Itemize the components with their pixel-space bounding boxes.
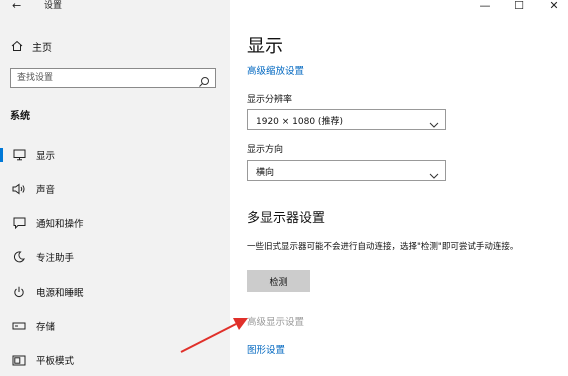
sidebar-item-label: 平板模式	[36, 356, 75, 367]
home-icon	[10, 39, 24, 53]
detect-button[interactable]: 检测	[247, 270, 310, 292]
orientation-dropdown[interactable]: 横向	[247, 160, 446, 181]
home-label: 主页	[32, 42, 52, 54]
power-icon	[12, 285, 26, 299]
advanced-display-settings-link[interactable]: 高级显示设置	[247, 314, 304, 328]
orientation-label: 显示方向	[247, 145, 284, 155]
maximize-button[interactable]: ☐	[510, 0, 528, 12]
resolution-value: 1920 × 1080 (推荐)	[256, 117, 343, 127]
close-button[interactable]: ✕	[545, 0, 563, 12]
storage-icon	[12, 319, 26, 333]
orientation-value: 横向	[256, 168, 275, 178]
multi-display-heading: 多显示器设置	[247, 211, 326, 226]
search-icon	[198, 73, 210, 87]
notification-icon	[12, 216, 26, 230]
monitor-icon	[12, 148, 26, 162]
sidebar-item-label: 专注助手	[36, 253, 75, 264]
speaker-icon	[12, 182, 26, 196]
section-heading-system: 系统	[10, 111, 30, 122]
sidebar-item-home[interactable]: 主页	[10, 38, 52, 54]
sidebar-item-label: 存储	[36, 322, 56, 333]
graphics-settings-link[interactable]: 图形设置	[247, 342, 285, 356]
resolution-dropdown[interactable]: 1920 × 1080 (推荐)	[247, 109, 446, 130]
multi-display-description: 一些旧式显示器可能不会进行自动连接，选择"检测"即可尝试手动连接。	[247, 242, 519, 252]
sidebar-item-focus-assist[interactable]: 专注助手	[0, 245, 230, 269]
sidebar-item-tablet-mode[interactable]: 平板模式	[0, 348, 230, 372]
sidebar-item-sound[interactable]: 声音	[0, 177, 230, 201]
sidebar-item-label: 通知和操作	[36, 219, 84, 230]
sidebar-item-storage[interactable]: 存储	[0, 314, 230, 338]
tablet-icon	[12, 353, 26, 367]
chevron-down-icon	[429, 115, 439, 128]
sidebar-item-label: 显示	[36, 151, 56, 162]
sidebar: 主页 系统 显示 声音 通知和操作 专注助手 电源和睡眠	[0, 0, 230, 376]
search-input[interactable]	[17, 71, 197, 85]
sidebar-item-label: 电源和睡眠	[36, 288, 84, 299]
minimize-button[interactable]: —	[476, 0, 494, 12]
back-button[interactable]: ←	[12, 0, 21, 11]
sidebar-item-power-sleep[interactable]: 电源和睡眠	[0, 280, 230, 304]
advanced-scaling-link[interactable]: 高级缩放设置	[247, 63, 304, 77]
moon-icon	[12, 250, 26, 264]
sidebar-item-display[interactable]: 显示	[0, 143, 230, 167]
resolution-label: 显示分辨率	[247, 95, 293, 105]
chevron-down-icon	[429, 166, 439, 179]
sidebar-item-label: 声音	[36, 185, 56, 196]
page-title: 显示	[247, 36, 283, 57]
sidebar-item-notifications[interactable]: 通知和操作	[0, 211, 230, 235]
search-box[interactable]	[10, 68, 216, 88]
window-title: 设置	[44, 1, 63, 11]
title-bar: ← 设置 — ☐ ✕	[0, 0, 568, 14]
